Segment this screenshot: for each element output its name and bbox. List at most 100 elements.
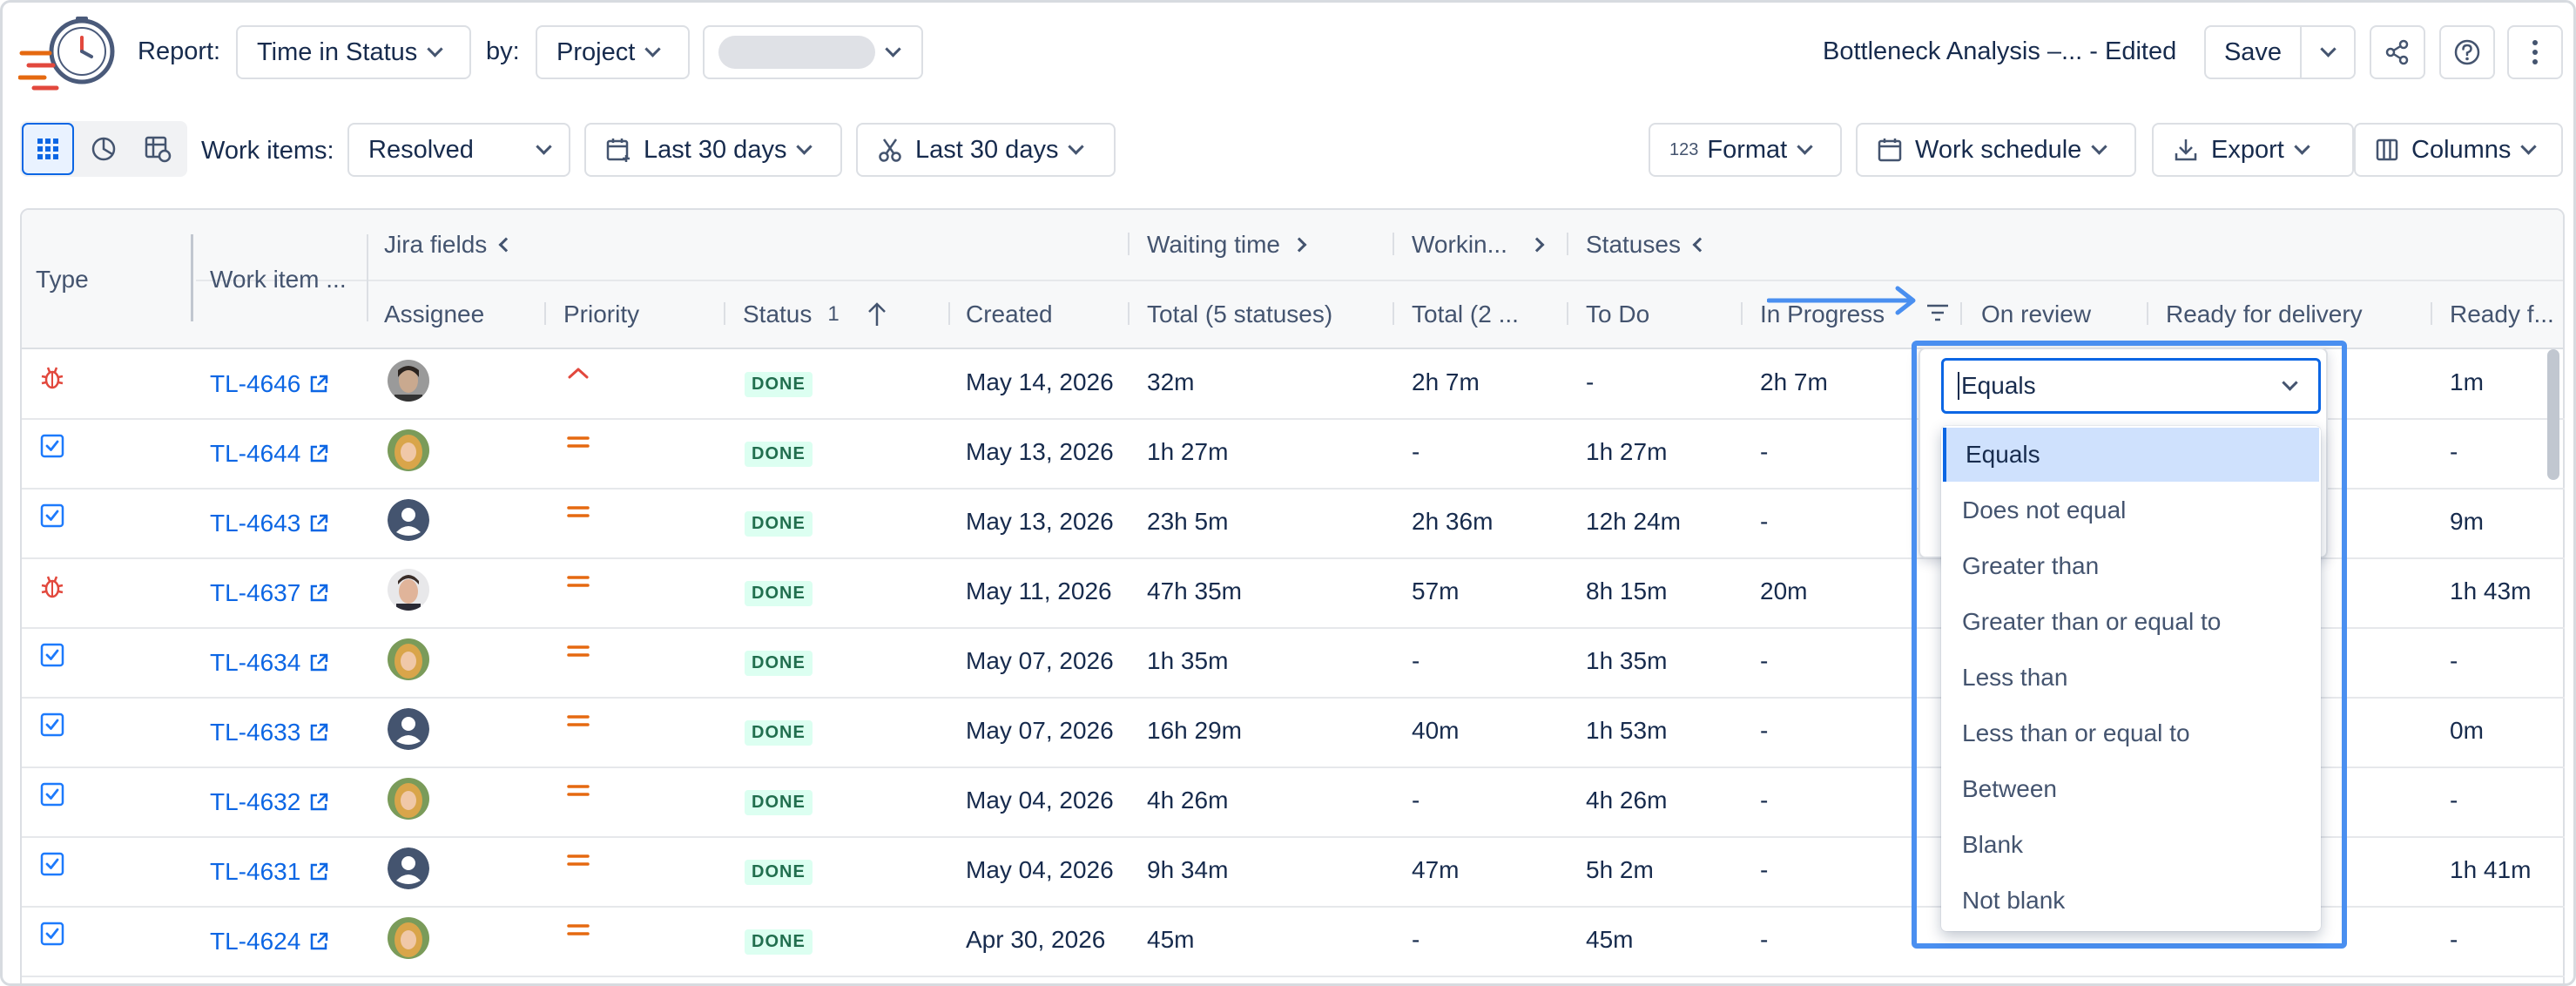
- priority-high-icon: [568, 368, 589, 379]
- filter-option[interactable]: Blank: [1943, 818, 2319, 872]
- column-created-header[interactable]: Created: [966, 301, 1053, 328]
- format-button[interactable]: 123 Format: [1649, 123, 1842, 177]
- filter-option-label: Does not equal: [1962, 496, 2127, 523]
- column-divider: [367, 234, 368, 321]
- text-cursor: [1958, 372, 1959, 400]
- filter-option[interactable]: Equals: [1943, 428, 2319, 482]
- work-item-link[interactable]: TL-4644: [210, 440, 330, 468]
- column-assignee-header[interactable]: Assignee: [384, 301, 484, 328]
- waiting-total-cell: 1h 35m: [1147, 647, 1229, 674]
- vertical-scrollbar[interactable]: [2547, 349, 2559, 480]
- column-separator: [2431, 302, 2432, 325]
- filter-option[interactable]: Does not equal: [1943, 483, 2319, 537]
- column-on-review-header[interactable]: On review: [1981, 301, 2091, 328]
- avatar[interactable]: [388, 429, 429, 471]
- avatar[interactable]: [388, 569, 429, 611]
- work-item-link[interactable]: TL-4632: [210, 788, 330, 816]
- filter-option[interactable]: Between: [1943, 762, 2319, 816]
- column-separator: [544, 302, 546, 325]
- column-filter-button[interactable]: [1919, 294, 1957, 332]
- ready-f-cell: -: [2450, 787, 2458, 814]
- ready-f-cell: 9m: [2450, 508, 2484, 535]
- help-button[interactable]: [2439, 25, 2495, 79]
- column-total-waiting-header[interactable]: Total (5 statuses): [1147, 301, 1332, 328]
- grid-view-button[interactable]: [22, 123, 74, 175]
- work-item-link[interactable]: TL-4643: [210, 510, 330, 537]
- more-menu-button[interactable]: [2507, 25, 2563, 79]
- row-divider: [22, 976, 2565, 977]
- work-item-link[interactable]: TL-4646: [210, 370, 330, 398]
- group-jira-fields-header[interactable]: Jira fields: [384, 231, 514, 259]
- in-progress-cell: -: [1760, 787, 1769, 814]
- share-button[interactable]: [2370, 25, 2425, 79]
- columns-label: Columns: [2411, 135, 2512, 164]
- group-working-header[interactable]: Workin...: [1412, 231, 1545, 259]
- export-button[interactable]: Export: [2152, 123, 2354, 177]
- filter-option[interactable]: Greater than: [1943, 539, 2319, 593]
- filter-option[interactable]: Less than or equal to: [1943, 706, 2319, 760]
- created-date-filter[interactable]: Last 30 days: [584, 123, 842, 177]
- chart-view-button[interactable]: [78, 123, 130, 175]
- chevron-down-icon: [644, 40, 661, 57]
- status-badge: DONE: [745, 720, 813, 746]
- column-todo-header[interactable]: To Do: [1586, 301, 1649, 328]
- work-item-key: TL-4637: [210, 579, 301, 606]
- filter-option[interactable]: Greater than or equal to: [1943, 595, 2319, 649]
- column-status-header[interactable]: Status 1: [743, 301, 888, 328]
- avatar[interactable]: [388, 638, 429, 680]
- work-items-select[interactable]: Resolved: [347, 123, 570, 177]
- save-button[interactable]: Save: [2204, 25, 2302, 79]
- avatar[interactable]: [388, 360, 429, 402]
- group-waiting-time-header[interactable]: Waiting time: [1147, 231, 1307, 259]
- project-select[interactable]: [703, 25, 923, 79]
- working-total-cell: -: [1412, 647, 1420, 674]
- group-jira-fields-label: Jira fields: [384, 231, 488, 258]
- columns-button[interactable]: Columns: [2354, 123, 2563, 177]
- created-cell: May 04, 2026: [966, 787, 1114, 814]
- work-item-link[interactable]: TL-4633: [210, 719, 330, 746]
- column-ready-f-header[interactable]: Ready f...: [2450, 301, 2554, 328]
- work-item-key: TL-4624: [210, 928, 301, 955]
- priority-medium-icon: [567, 436, 590, 448]
- created-cell: May 07, 2026: [966, 647, 1114, 674]
- resolved-date-filter[interactable]: Last 30 days: [856, 123, 1116, 177]
- working-total-cell: 47m: [1412, 856, 1460, 883]
- column-total-working-header[interactable]: Total (2 ...: [1412, 301, 1519, 328]
- filter-option[interactable]: Not blank: [1943, 874, 2319, 928]
- column-work-item-header[interactable]: Work item ...: [210, 266, 347, 294]
- task-checkbox-icon: [40, 782, 64, 807]
- format-label: Format: [1707, 135, 1788, 164]
- created-cell: May 14, 2026: [966, 368, 1114, 395]
- avatar[interactable]: [388, 778, 429, 820]
- filter-operator-value: Equals: [1961, 372, 2036, 399]
- column-priority-header[interactable]: Priority: [563, 301, 639, 328]
- pivot-view-button[interactable]: [131, 123, 184, 175]
- save-options-button[interactable]: [2300, 25, 2356, 79]
- avatar[interactable]: [388, 499, 429, 541]
- group-by-select[interactable]: Project: [536, 25, 690, 79]
- ready-f-cell: -: [2450, 647, 2458, 674]
- task-checkbox-icon: [40, 643, 64, 667]
- created-cell: May 07, 2026: [966, 717, 1114, 744]
- avatar[interactable]: [388, 848, 429, 889]
- status-badge: DONE: [745, 790, 813, 815]
- report-select[interactable]: Time in Status: [236, 25, 471, 79]
- group-statuses-header[interactable]: Statuses: [1586, 231, 1708, 259]
- chevron-down-icon: [536, 138, 552, 155]
- chevron-right-icon: [1529, 237, 1545, 253]
- column-ready-for-delivery-header[interactable]: Ready for delivery: [2166, 301, 2363, 328]
- work-item-link[interactable]: TL-4634: [210, 649, 330, 677]
- filter-operator-select[interactable]: Equals: [1941, 358, 2321, 414]
- column-type-header[interactable]: Type: [36, 266, 89, 294]
- waiting-total-cell: 23h 5m: [1147, 508, 1229, 535]
- chevron-right-icon: [1291, 237, 1307, 253]
- group-waiting-time-label: Waiting time: [1147, 231, 1281, 258]
- avatar[interactable]: [388, 708, 429, 750]
- avatar[interactable]: [388, 917, 429, 959]
- column-separator: [2147, 302, 2148, 325]
- work-schedule-button[interactable]: Work schedule: [1856, 123, 2136, 177]
- work-item-link[interactable]: TL-4637: [210, 579, 330, 607]
- filter-option[interactable]: Less than: [1943, 651, 2319, 705]
- work-item-link[interactable]: TL-4631: [210, 858, 330, 886]
- work-item-link[interactable]: TL-4624: [210, 928, 330, 956]
